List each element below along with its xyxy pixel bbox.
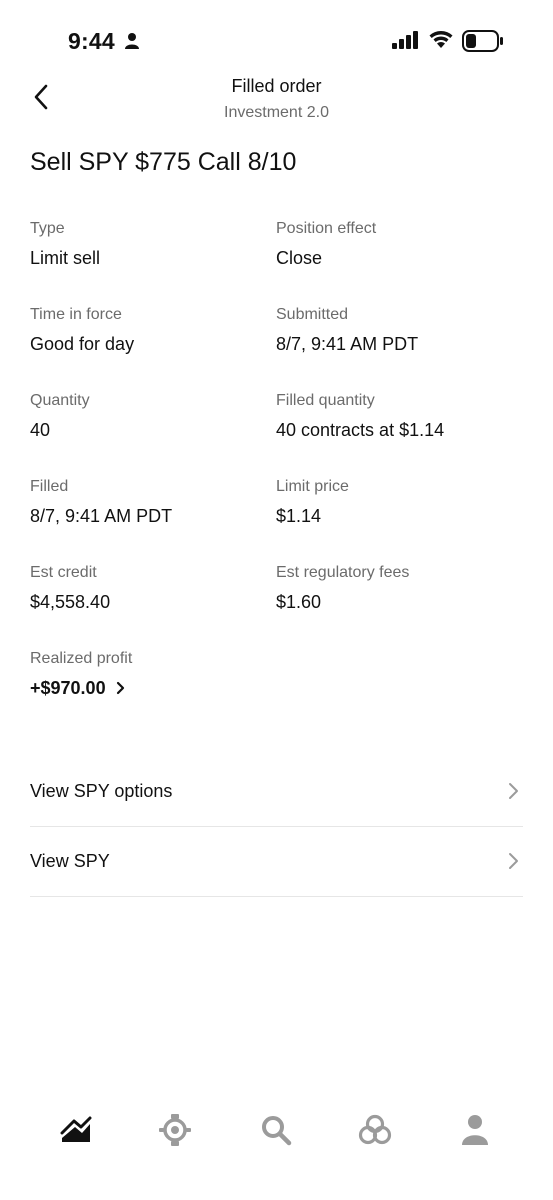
detail-label: Quantity — [30, 392, 90, 409]
detail-limit-price: Limit price $1.14 — [276, 477, 523, 563]
detail-value: Limit sell — [30, 248, 101, 268]
detail-value: $1.60 — [276, 592, 322, 612]
realized-profit-value: +$970.00 — [30, 678, 106, 698]
nav-search[interactable] — [258, 1112, 294, 1148]
detail-label: Limit price — [276, 478, 349, 495]
detail-label: Type — [30, 220, 65, 237]
link-label: View SPY — [30, 850, 110, 871]
detail-value: 40 contracts at $1.14 — [276, 420, 445, 440]
detail-value: $1.14 — [276, 506, 322, 526]
detail-filled: Filled 8/7, 9:41 AM PDT — [30, 477, 276, 563]
person-icon — [125, 33, 139, 49]
battery-icon — [462, 30, 503, 52]
bottom-nav — [0, 1100, 553, 1160]
detail-value: 8/7, 9:41 AM PDT — [30, 506, 173, 526]
detail-label: Filled quantity — [276, 392, 375, 409]
cellular-signal-icon — [392, 31, 418, 49]
view-spy-link[interactable]: View SPY — [30, 826, 523, 897]
chevron-right-icon — [509, 853, 518, 869]
page-subtitle: Investment 2.0 — [224, 104, 329, 121]
detail-value: Close — [276, 248, 323, 268]
detail-realized-profit: Realized profit +$970.00 — [30, 649, 276, 735]
nav-options[interactable] — [157, 1112, 193, 1148]
detail-label: Time in force — [30, 306, 122, 323]
detail-quantity: Quantity 40 — [30, 391, 276, 477]
detail-value: $4,558.40 — [30, 592, 111, 612]
status-bar: 9:44 — [0, 0, 553, 82]
chevron-right-icon — [116, 681, 124, 695]
order-title: Sell SPY $775 Call 8/10 — [30, 148, 297, 176]
detail-label: Realized profit — [30, 650, 133, 667]
nav-network[interactable] — [357, 1112, 393, 1148]
detail-value: Good for day — [30, 334, 135, 354]
realized-profit-link[interactable]: +$970.00 — [30, 677, 125, 699]
nav-home[interactable] — [58, 1112, 94, 1148]
detail-label: Est credit — [30, 564, 97, 581]
detail-time-in-force: Time in force Good for day — [30, 305, 276, 391]
page-title: Filled order — [231, 76, 322, 96]
nav-account[interactable] — [457, 1112, 493, 1148]
detail-est-regulatory-fees: Est regulatory fees $1.60 — [276, 563, 523, 649]
chart-icon — [60, 1116, 92, 1142]
link-label: View SPY options — [30, 780, 173, 801]
detail-value: 40 — [30, 420, 51, 440]
detail-value: 8/7, 9:41 AM PDT — [276, 334, 419, 354]
order-details: Type Limit sell Position effect Close Ti… — [30, 219, 523, 735]
view-spy-options-link[interactable]: View SPY options — [30, 756, 523, 827]
detail-label: Position effect — [276, 220, 377, 237]
detail-position-effect: Position effect Close — [276, 219, 523, 305]
detail-label: Est regulatory fees — [276, 564, 410, 581]
network-icon — [358, 1114, 392, 1145]
account-icon — [462, 1115, 488, 1145]
detail-submitted: Submitted 8/7, 9:41 AM PDT — [276, 305, 523, 391]
detail-est-credit: Est credit $4,558.40 — [30, 563, 276, 649]
detail-filled-quantity: Filled quantity 40 contracts at $1.14 — [276, 391, 523, 477]
detail-label: Filled — [30, 478, 69, 495]
options-icon — [159, 1114, 191, 1146]
wifi-icon — [429, 31, 453, 48]
search-icon — [262, 1116, 292, 1146]
status-time: 9:44 — [68, 28, 115, 54]
detail-type: Type Limit sell — [30, 219, 276, 305]
chevron-right-icon — [509, 783, 518, 799]
detail-label: Submitted — [276, 306, 349, 323]
